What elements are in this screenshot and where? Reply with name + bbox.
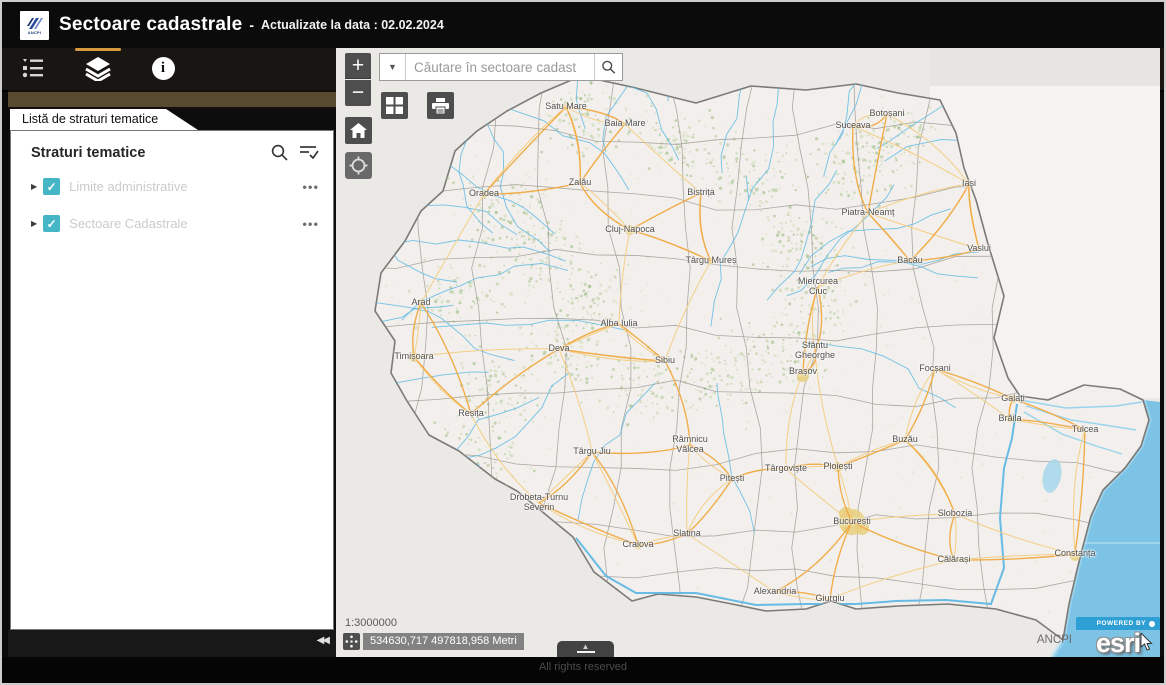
panel-heading: Straturi tematice bbox=[31, 145, 145, 161]
filter-layers-icon[interactable] bbox=[299, 144, 319, 161]
layer-label[interactable]: Sectoare Cadastrale bbox=[69, 216, 188, 231]
app-header: ANCPI Sectoare cadastrale - Actualizate … bbox=[2, 2, 1164, 48]
ancpi-logo-text: ANCPI bbox=[28, 31, 41, 35]
layer-options-icon[interactable]: ••• bbox=[302, 179, 319, 194]
tab-layers[interactable] bbox=[76, 48, 120, 88]
layer-checkbox[interactable]: ✓ bbox=[43, 215, 60, 232]
layer-options-icon[interactable]: ••• bbox=[302, 216, 319, 231]
layer-checkbox[interactable]: ✓ bbox=[43, 178, 60, 195]
search-button[interactable] bbox=[594, 54, 622, 80]
panel-tab[interactable]: Listă de straturi tematice bbox=[10, 109, 198, 130]
romania-basemap bbox=[336, 48, 1160, 657]
dot-cross-icon bbox=[345, 635, 358, 648]
basemap-gallery-button[interactable] bbox=[381, 92, 408, 119]
panel-collapse-bar: ◀◀ bbox=[8, 630, 338, 657]
layer-label[interactable]: Limite administrative bbox=[69, 179, 188, 194]
locate-button[interactable] bbox=[345, 152, 372, 179]
home-button[interactable] bbox=[345, 117, 372, 144]
panel-top-strip bbox=[8, 90, 338, 109]
search-bar: ▼ bbox=[379, 53, 623, 81]
expand-arrow-icon: ▲ bbox=[557, 641, 614, 653]
layer-panel: Listă de straturi tematice Straturi tema… bbox=[8, 90, 338, 657]
map-attribution: ANCPI bbox=[1037, 634, 1072, 646]
tab-legend[interactable] bbox=[11, 48, 55, 88]
layer-row: ▶ ✓ Sectoare Cadastrale ••• bbox=[11, 205, 333, 242]
map-canvas[interactable]: Satu MareBaia MareBotoșaniSuceavaIașiOra… bbox=[336, 48, 1160, 657]
search-source-dropdown[interactable]: ▼ bbox=[380, 54, 406, 80]
ancpi-flag-icon bbox=[27, 17, 43, 31]
page-title: Sectoare cadastrale bbox=[59, 14, 242, 36]
powered-by-text: POWERED BY bbox=[1097, 620, 1146, 627]
layer-panel-body: Straturi tematice ▶ ✓ Limite administrat… bbox=[10, 130, 334, 630]
print-icon bbox=[432, 98, 449, 114]
layer-list: ▶ ✓ Limite administrative ••• ▶ ✓ Sectoa… bbox=[11, 168, 333, 242]
esri-globe-icon bbox=[1149, 621, 1155, 627]
basemap-grid-icon bbox=[386, 97, 403, 114]
collapse-panel-icon[interactable]: ◀◀ bbox=[317, 635, 328, 646]
print-button[interactable] bbox=[427, 92, 454, 119]
update-date: Actualizate la data : 02.02.2024 bbox=[261, 18, 444, 32]
tab-info[interactable]: i bbox=[141, 48, 185, 88]
page-footer: All rights reserved bbox=[2, 657, 1164, 683]
coordinate-widget: 534630,717 497818,958 Metri bbox=[343, 633, 524, 650]
ancpi-logo[interactable]: ANCPI bbox=[20, 11, 49, 40]
map-scale: 1:3000000 bbox=[345, 617, 397, 629]
search-input[interactable] bbox=[406, 54, 594, 80]
zoom-out-button[interactable]: − bbox=[345, 80, 371, 106]
locate-icon bbox=[349, 156, 368, 175]
zoom-in-button[interactable]: + bbox=[345, 53, 371, 79]
search-icon bbox=[601, 58, 616, 76]
coordinates-readout: 534630,717 497818,958 Metri bbox=[363, 633, 524, 650]
home-icon bbox=[350, 123, 367, 139]
expand-layer-icon[interactable]: ▶ bbox=[31, 219, 37, 228]
attribute-table-expander[interactable]: ▲ bbox=[557, 641, 614, 657]
title-separator: - bbox=[249, 17, 254, 33]
info-icon: i bbox=[152, 57, 175, 80]
mouse-cursor bbox=[1140, 633, 1154, 651]
layer-row: ▶ ✓ Limite administrative ••• bbox=[11, 168, 333, 205]
app-window: ANCPI Sectoare cadastrale - Actualizate … bbox=[0, 0, 1166, 685]
rights-text: All rights reserved bbox=[539, 661, 627, 673]
expand-layer-icon[interactable]: ▶ bbox=[31, 182, 37, 191]
layers-icon bbox=[84, 56, 112, 81]
legend-icon bbox=[21, 57, 45, 79]
search-layers-icon[interactable] bbox=[270, 143, 289, 162]
coordinate-icon[interactable] bbox=[343, 633, 360, 650]
